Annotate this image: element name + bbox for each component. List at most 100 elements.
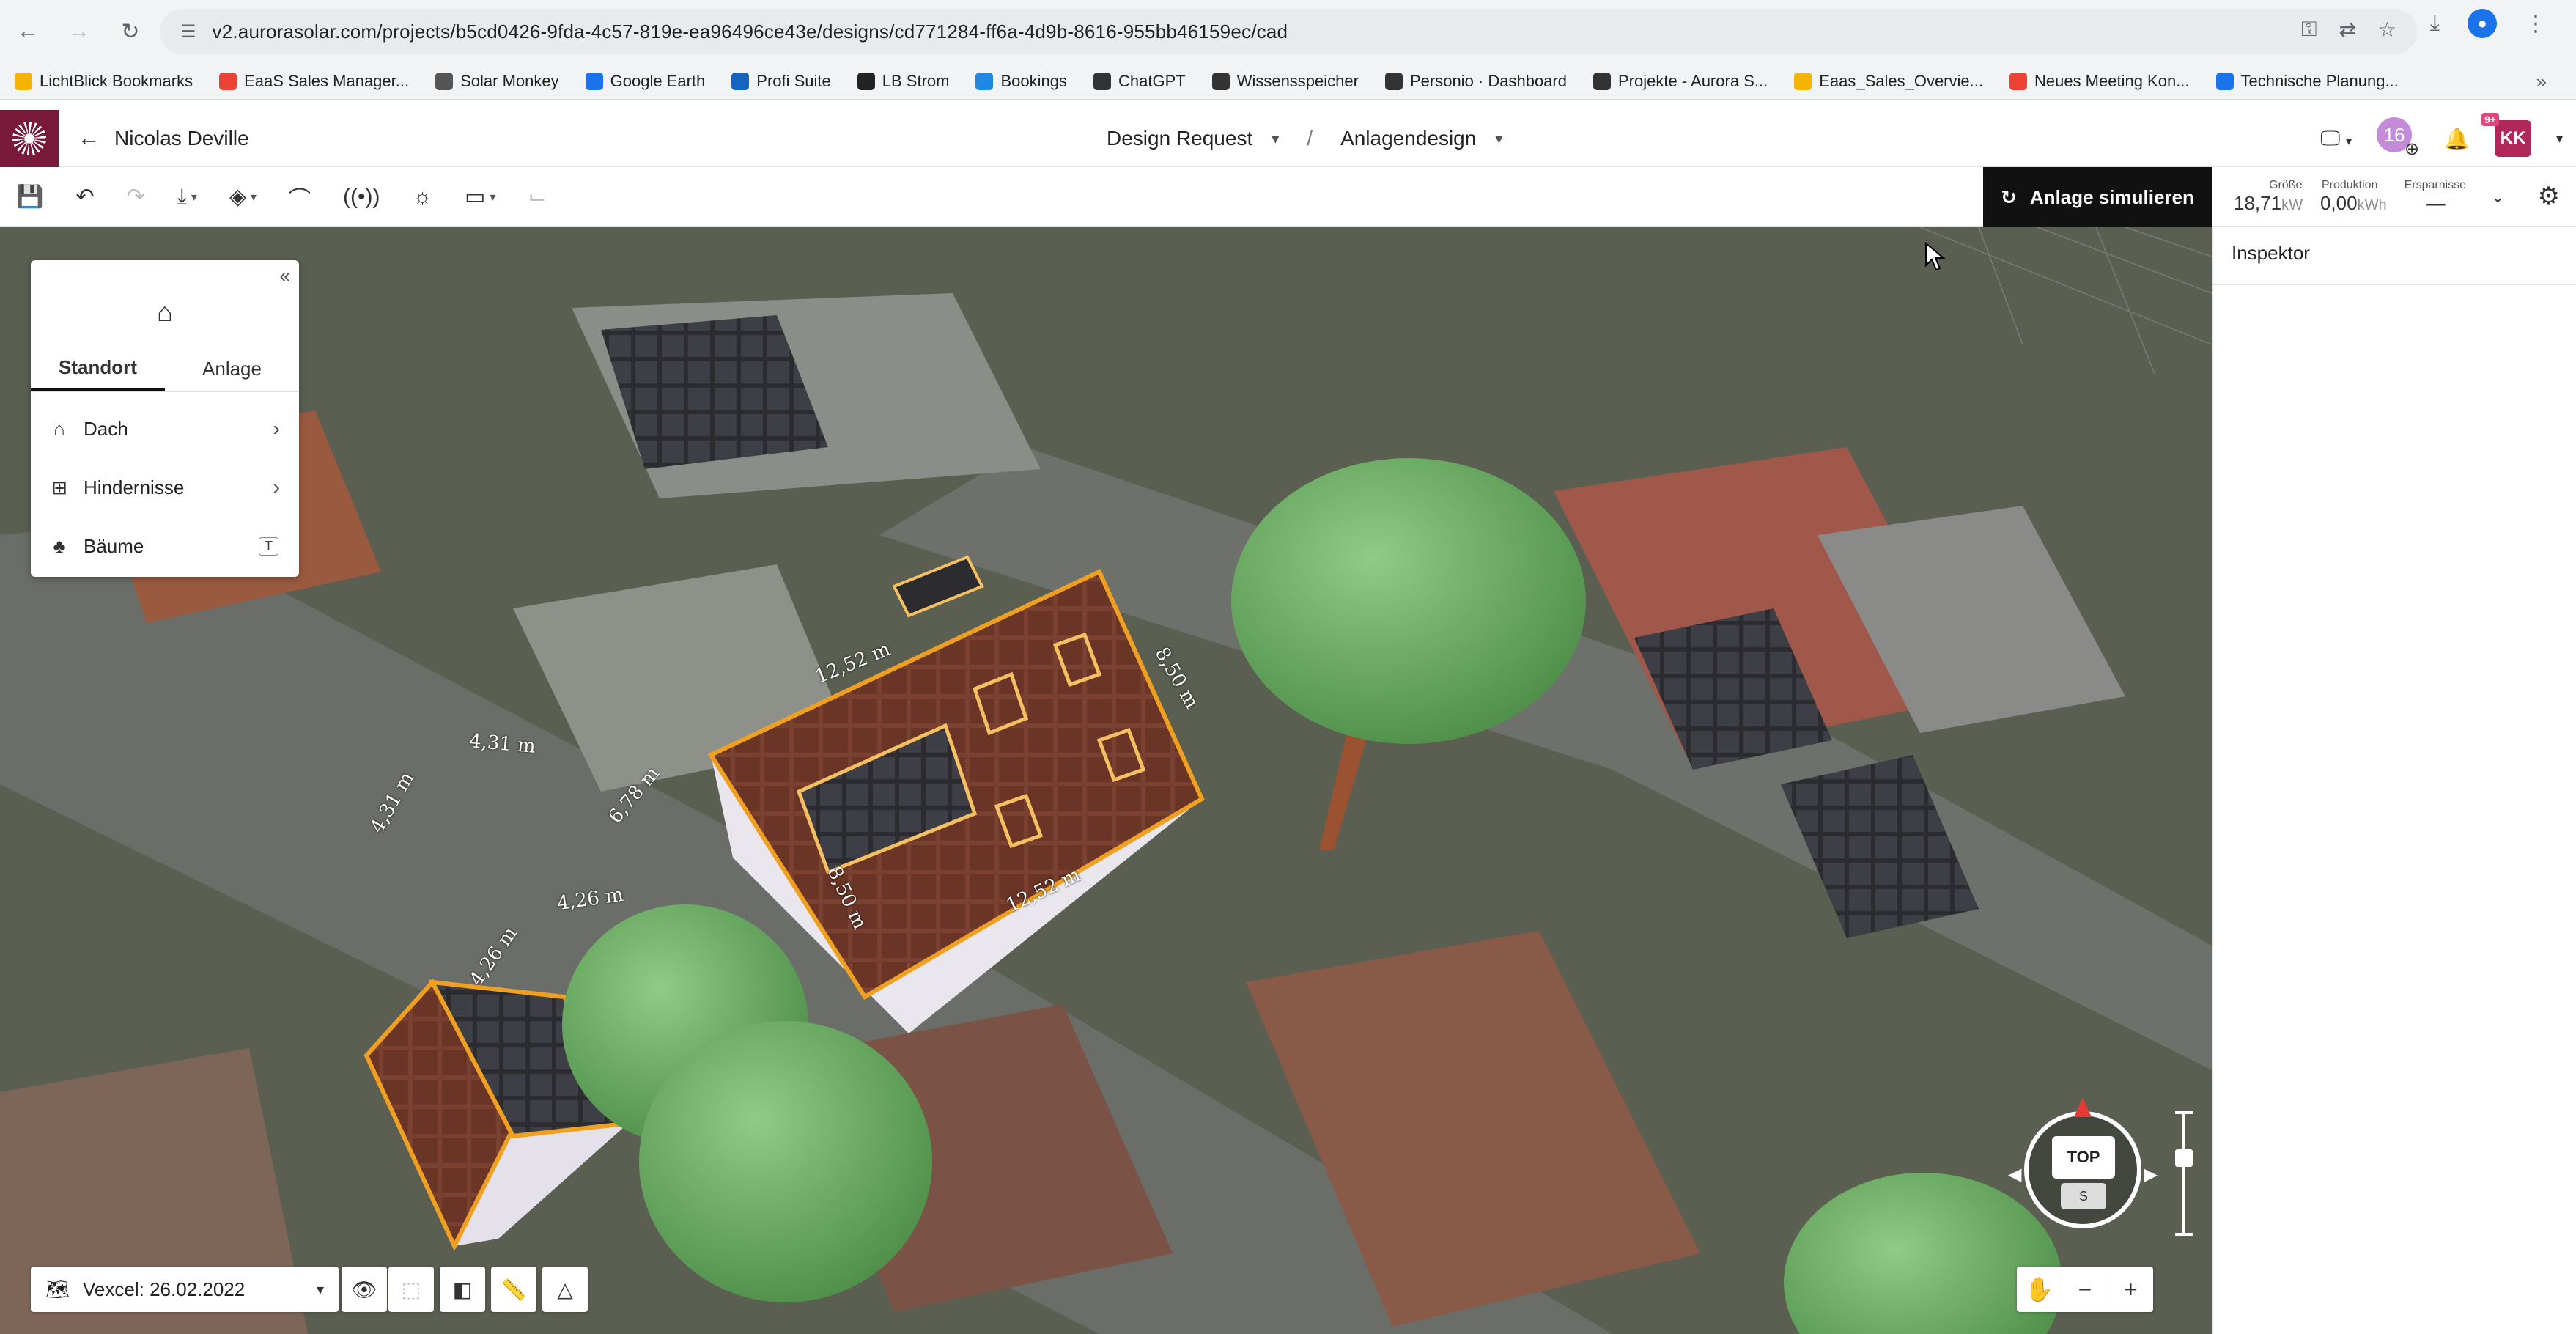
- panel-item-trees[interactable]: ♣ Bäume T: [31, 517, 299, 575]
- bookmark-item[interactable]: LichtBlick Bookmarks: [15, 72, 193, 91]
- chevron-right-icon: ›: [273, 417, 280, 440]
- bookmark-label: ChatGPT: [1118, 71, 1186, 90]
- bookmark-item[interactable]: Bookings: [975, 72, 1067, 91]
- layers-menu-icon[interactable]: ◈ ▾: [229, 184, 257, 210]
- chevron-down-icon[interactable]: ▾: [2556, 131, 2563, 147]
- ruler-icon[interactable]: 📏: [491, 1267, 536, 1312]
- tab-system[interactable]: Anlage: [165, 347, 299, 391]
- rotate-right-icon[interactable]: ▶: [2144, 1164, 2158, 1185]
- panel-item-obstructions[interactable]: ⊞ Hindernisse ›: [31, 458, 299, 517]
- save-icon[interactable]: 💾: [16, 184, 43, 210]
- bookmark-item[interactable]: Personio · Dashboard: [1384, 72, 1567, 91]
- inspector-panel: Inspektor: [2212, 227, 2576, 1334]
- direction-button[interactable]: S: [2061, 1183, 2106, 1209]
- collapse-panel-icon[interactable]: «: [280, 265, 290, 287]
- bookmark-item[interactable]: LB Strom: [857, 72, 949, 91]
- panel-tabs: Standort Anlage: [31, 347, 299, 392]
- more-bookmarks-icon[interactable]: »: [2536, 70, 2547, 93]
- notification-badge[interactable]: 16 ⊕: [2377, 117, 2419, 160]
- panel-item-label: Dach: [84, 417, 128, 440]
- eye-icon[interactable]: 👁: [342, 1267, 387, 1312]
- chevron-down-icon[interactable]: ▾: [1272, 130, 1279, 148]
- tree-canopy[interactable]: [1231, 458, 1586, 744]
- stat-production-label: Produktion: [2321, 179, 2378, 191]
- bell-icon[interactable]: 🔔: [2444, 127, 2470, 151]
- undo-icon[interactable]: ↶: [75, 184, 94, 210]
- stat-savings-value: —: [2426, 192, 2446, 214]
- simulate-system-button[interactable]: ↻ Anlage simulieren: [1983, 167, 2212, 227]
- imagery-toggle-icon[interactable]: ◧: [440, 1267, 485, 1312]
- bookmark-item[interactable]: Neues Meeting Kon...: [2009, 72, 2190, 91]
- download-icon[interactable]: ⤓: [2430, 11, 2440, 36]
- bookmark-favicon-icon: [2215, 72, 2234, 90]
- pan-hand-icon[interactable]: ✋: [2017, 1267, 2063, 1312]
- bookmark-item[interactable]: Projekte - Aurora S...: [1593, 72, 1768, 91]
- zoom-in-button[interactable]: +: [2108, 1267, 2153, 1312]
- bookmark-label: Neues Meeting Kon...: [2034, 71, 2190, 90]
- sun-icon[interactable]: ☼: [413, 185, 433, 210]
- breadcrumb: Design Request ▾ / Anlagendesign ▾: [1107, 110, 1502, 167]
- draw-arc-icon[interactable]: ⌒: [289, 181, 311, 213]
- stat-production-unit: kWh: [2357, 197, 2387, 213]
- map-viewport[interactable]: 12,52 m 4,31 m 4,31 m 6,78 m 4,26 m 4,26 m 8,5…: [0, 227, 2212, 1334]
- site-settings-icon[interactable]: ☰: [180, 21, 196, 43]
- signal-icon[interactable]: ((•)): [343, 185, 380, 210]
- back-to-project-link[interactable]: ← Nicolas Deville: [78, 110, 249, 167]
- stat-size: Größe 18,71kW: [2234, 179, 2303, 215]
- translate-icon[interactable]: ⇄: [2339, 18, 2355, 42]
- connect-icon[interactable]: ⌙: [528, 184, 546, 210]
- imagery-source-select[interactable]: 🗺 Vexcel: 26.02.2022 ▾: [31, 1267, 339, 1312]
- tab-site[interactable]: Standort: [31, 347, 165, 391]
- site-panel: « ⌂ Standort Anlage ⌂ Dach › ⊞ Hindernis…: [31, 260, 299, 577]
- select-area-icon[interactable]: ⬚: [388, 1267, 434, 1312]
- panel-item-roof[interactable]: ⌂ Dach ›: [31, 399, 299, 458]
- breadcrumb-design-request[interactable]: Design Request: [1107, 127, 1252, 150]
- redo-icon[interactable]: ↷: [127, 184, 145, 210]
- aurora-logo[interactable]: [0, 110, 59, 167]
- shade-triangle-icon[interactable]: △: [542, 1267, 588, 1312]
- chevron-right-icon: ›: [273, 476, 280, 498]
- bookmark-item[interactable]: Google Earth: [585, 72, 705, 91]
- avatar-initials: KK: [2500, 128, 2526, 148]
- chevron-down-icon[interactable]: ▾: [1495, 130, 1502, 148]
- gear-icon[interactable]: ⚙: [2538, 182, 2560, 211]
- bookmark-label: Projekte - Aurora S...: [1617, 71, 1768, 90]
- aerial-scene[interactable]: [0, 227, 2212, 1334]
- home-icon[interactable]: ⌂: [31, 297, 299, 328]
- bookmark-item[interactable]: EaaS Sales Manager...: [219, 72, 409, 91]
- bookmark-item[interactable]: Profi Suite: [731, 72, 831, 91]
- address-bar[interactable]: ☰ v2.aurorasolar.com/projects/b5cd0426-9…: [160, 9, 2417, 54]
- tilt-slider[interactable]: [2175, 1111, 2193, 1236]
- user-avatar[interactable]: 9+ KK: [2481, 113, 2531, 157]
- menu-dots-icon[interactable]: ⋮: [2525, 11, 2547, 37]
- breadcrumb-system-design[interactable]: Anlagendesign: [1340, 127, 1476, 150]
- tree-icon: ♣: [53, 534, 66, 557]
- tilt-handle[interactable]: [2175, 1149, 2193, 1167]
- chevron-down-icon[interactable]: ⌄: [2491, 188, 2504, 207]
- bookmark-item[interactable]: Solar Monkey: [435, 72, 559, 91]
- globe-icon: ⊕: [2404, 139, 2420, 159]
- top-view-button[interactable]: TOP: [2052, 1136, 2115, 1179]
- display-mode-icon[interactable]: ▭ ▾: [465, 184, 495, 210]
- key-icon[interactable]: ⚿: [2301, 18, 2317, 42]
- monitor-dropdown-icon[interactable]: 🖵 ▾: [2320, 127, 2352, 151]
- breadcrumb-separator: /: [1307, 127, 1313, 150]
- view-compass[interactable]: ◀ ▶ TOP S: [2008, 1098, 2158, 1228]
- tree-canopy[interactable]: [639, 1021, 932, 1302]
- shortcut-key: T: [259, 537, 278, 556]
- bookmark-item[interactable]: Eaas_Sales_Overvie...: [1794, 72, 1983, 91]
- download-menu-icon[interactable]: ⤓ ▾: [177, 185, 197, 210]
- reload-icon[interactable]: ↻: [107, 8, 154, 55]
- bookmark-item[interactable]: Technische Planung...: [2215, 72, 2399, 91]
- bookmark-item[interactable]: ChatGPT: [1093, 72, 1186, 91]
- zoom-out-button[interactable]: −: [2062, 1267, 2108, 1312]
- project-owner-name: Nicolas Deville: [114, 127, 249, 150]
- rotate-left-icon[interactable]: ◀: [2008, 1164, 2021, 1185]
- simulate-label: Anlage simulieren: [2029, 185, 2194, 208]
- star-icon[interactable]: ☆: [2378, 18, 2396, 42]
- back-arrow-icon[interactable]: ←: [4, 8, 51, 55]
- sun-logo-icon: [12, 122, 46, 155]
- bookmark-item[interactable]: Wissensspeicher: [1211, 72, 1359, 91]
- forward-arrow-icon[interactable]: →: [56, 8, 103, 55]
- profile-icon[interactable]: ●: [2468, 9, 2497, 38]
